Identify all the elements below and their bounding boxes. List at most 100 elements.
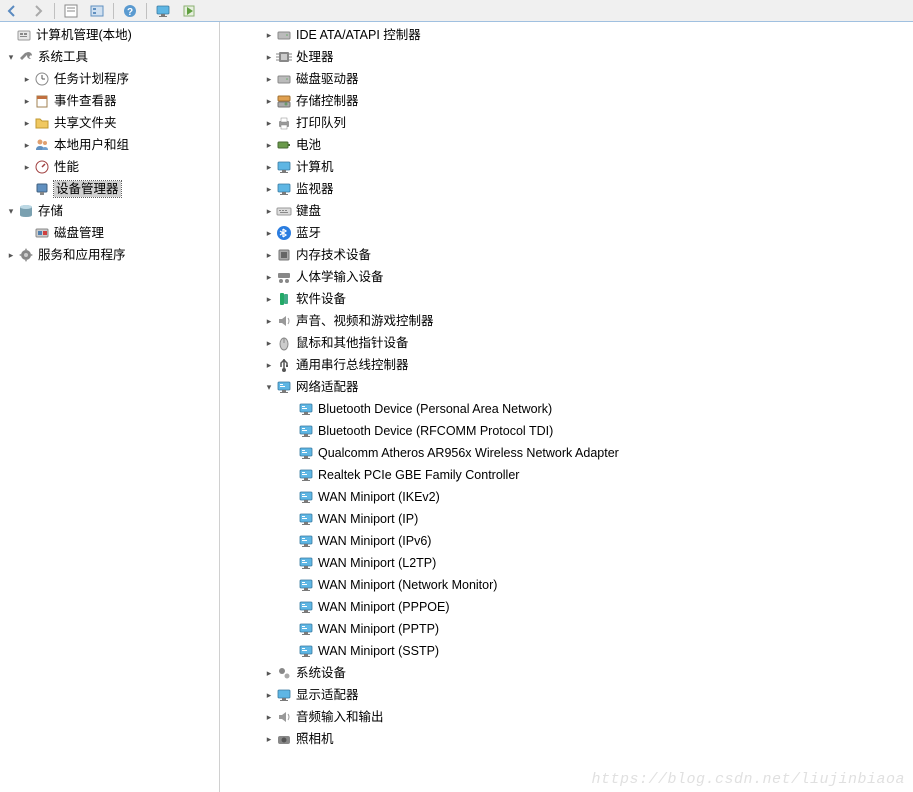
device-item-label: WAN Miniport (SSTP) bbox=[318, 643, 439, 659]
tree-local-users[interactable]: ▸ 本地用户和组 bbox=[0, 134, 219, 156]
device-item-label: WAN Miniport (L2TP) bbox=[318, 555, 436, 571]
collapse-icon[interactable]: ▾ bbox=[4, 204, 18, 218]
device-cat-print_queue[interactable]: ▸ 打印队列 bbox=[220, 112, 913, 134]
usb-icon bbox=[276, 357, 292, 373]
expand-icon[interactable]: ▸ bbox=[262, 666, 276, 680]
device-item[interactable]: Realtek PCIe GBE Family Controller bbox=[220, 464, 913, 486]
device-item[interactable]: Bluetooth Device (RFCOMM Protocol TDI) bbox=[220, 420, 913, 442]
expand-icon[interactable]: ▸ bbox=[262, 732, 276, 746]
device-cat-ide[interactable]: ▸ IDE ATA/ATAPI 控制器 bbox=[220, 24, 913, 46]
device-cat-bluetooth[interactable]: ▸蓝牙 bbox=[220, 222, 913, 244]
expand-icon[interactable]: ▸ bbox=[262, 50, 276, 64]
expand-icon[interactable]: ▸ bbox=[4, 248, 18, 262]
device-cat-label: 系统设备 bbox=[296, 665, 346, 681]
device-item[interactable]: WAN Miniport (IKEv2) bbox=[220, 486, 913, 508]
device-cat-camera[interactable]: ▸ 照相机 bbox=[220, 728, 913, 750]
expand-icon[interactable]: ▸ bbox=[262, 226, 276, 240]
device-cat-battery[interactable]: ▸电池 bbox=[220, 134, 913, 156]
tree-storage[interactable]: ▾ 存储 bbox=[0, 200, 219, 222]
expand-icon[interactable]: ▸ bbox=[20, 160, 34, 174]
device-item[interactable]: WAN Miniport (SSTP) bbox=[220, 640, 913, 662]
expand-icon[interactable]: ▸ bbox=[262, 94, 276, 108]
device-item-label: WAN Miniport (Network Monitor) bbox=[318, 577, 497, 593]
tree-performance[interactable]: ▸ 性能 bbox=[0, 156, 219, 178]
device-item-label: WAN Miniport (IKEv2) bbox=[318, 489, 440, 505]
tb-scan-icon[interactable] bbox=[153, 1, 173, 21]
device-item[interactable]: Bluetooth Device (Personal Area Network) bbox=[220, 398, 913, 420]
tree-sys-tools[interactable]: ▾ 系统工具 bbox=[0, 46, 219, 68]
tree-disk-mgmt[interactable]: 磁盘管理 bbox=[0, 222, 219, 244]
tree-services[interactable]: ▸ 服务和应用程序 bbox=[0, 244, 219, 266]
device-item[interactable]: Qualcomm Atheros AR956x Wireless Network… bbox=[220, 442, 913, 464]
tb-help-icon[interactable]: ? bbox=[120, 1, 140, 21]
network-adapter-icon bbox=[298, 445, 314, 461]
tree-device-manager[interactable]: 设备管理器 bbox=[0, 178, 219, 200]
toolbar: ? bbox=[0, 0, 913, 22]
device-cat-usb[interactable]: ▸通用串行总线控制器 bbox=[220, 354, 913, 376]
tb-fwd-icon[interactable] bbox=[28, 1, 48, 21]
expand-icon[interactable]: ▸ bbox=[20, 94, 34, 108]
device-item-label: WAN Miniport (PPPOE) bbox=[318, 599, 450, 615]
device-cat-label: IDE ATA/ATAPI 控制器 bbox=[296, 27, 421, 43]
tree-task-sched[interactable]: ▸ 任务计划程序 bbox=[0, 68, 219, 90]
tb-enable-icon[interactable] bbox=[179, 1, 199, 21]
device-cat-label: 磁盘驱动器 bbox=[296, 71, 359, 87]
expand-icon[interactable]: ▸ bbox=[262, 270, 276, 284]
network-adapter-icon bbox=[298, 555, 314, 571]
expand-icon[interactable]: ▸ bbox=[262, 292, 276, 306]
device-cat-sound[interactable]: ▸声音、视频和游戏控制器 bbox=[220, 310, 913, 332]
device-item[interactable]: WAN Miniport (PPPOE) bbox=[220, 596, 913, 618]
device-cat-network[interactable]: ▾网络适配器 bbox=[220, 376, 913, 398]
expand-icon[interactable]: ▸ bbox=[262, 314, 276, 328]
expand-icon[interactable]: ▸ bbox=[20, 138, 34, 152]
expand-icon[interactable]: ▸ bbox=[262, 72, 276, 86]
device-cat-disk_drives[interactable]: ▸ 磁盘驱动器 bbox=[220, 68, 913, 90]
expand-icon[interactable]: ▸ bbox=[262, 28, 276, 42]
device-item[interactable]: WAN Miniport (L2TP) bbox=[220, 552, 913, 574]
audio_io-icon bbox=[276, 709, 292, 725]
device-item[interactable]: WAN Miniport (IPv6) bbox=[220, 530, 913, 552]
device-cat-memory_tech[interactable]: ▸内存技术设备 bbox=[220, 244, 913, 266]
device-cat-mouse[interactable]: ▸鼠标和其他指针设备 bbox=[220, 332, 913, 354]
expand-icon[interactable]: ▸ bbox=[262, 688, 276, 702]
device-cat-storage_ctrl[interactable]: ▸存储控制器 bbox=[220, 90, 913, 112]
tree-root[interactable]: 计算机管理(本地) bbox=[0, 24, 219, 46]
storage_ctrl-icon bbox=[276, 93, 292, 109]
expand-icon[interactable]: ▸ bbox=[20, 72, 34, 86]
device-item-label: WAN Miniport (PPTP) bbox=[318, 621, 439, 637]
device-cat-monitor[interactable]: ▸监视器 bbox=[220, 178, 913, 200]
expand-icon[interactable]: ▸ bbox=[262, 336, 276, 350]
tb-view-icon[interactable] bbox=[87, 1, 107, 21]
tb-prop-icon[interactable] bbox=[61, 1, 81, 21]
expand-icon[interactable]: ▸ bbox=[262, 248, 276, 262]
device-item[interactable]: WAN Miniport (PPTP) bbox=[220, 618, 913, 640]
device-item[interactable]: WAN Miniport (Network Monitor) bbox=[220, 574, 913, 596]
tb-back-icon[interactable] bbox=[2, 1, 22, 21]
device-item[interactable]: WAN Miniport (IP) bbox=[220, 508, 913, 530]
device-cat-label: 显示适配器 bbox=[296, 687, 359, 703]
device-cat-keyboard[interactable]: ▸键盘 bbox=[220, 200, 913, 222]
device-item-label: Realtek PCIe GBE Family Controller bbox=[318, 467, 519, 483]
device-cat-system_dev[interactable]: ▸ 系统设备 bbox=[220, 662, 913, 684]
expand-icon[interactable]: ▸ bbox=[262, 710, 276, 724]
expand-icon[interactable]: ▸ bbox=[20, 116, 34, 130]
expand-icon[interactable]: ▸ bbox=[262, 116, 276, 130]
collapse-icon[interactable]: ▾ bbox=[4, 50, 18, 64]
expand-icon[interactable]: ▸ bbox=[262, 138, 276, 152]
expand-icon[interactable]: ▸ bbox=[262, 182, 276, 196]
tree-event-viewer[interactable]: ▸ 事件查看器 bbox=[0, 90, 219, 112]
device-cat-label: 照相机 bbox=[296, 731, 334, 747]
tree-shared-folders[interactable]: ▸ 共享文件夹 bbox=[0, 112, 219, 134]
expand-icon[interactable]: ▸ bbox=[262, 358, 276, 372]
device-cat-computer[interactable]: ▸计算机 bbox=[220, 156, 913, 178]
device-cat-display[interactable]: ▸ 显示适配器 bbox=[220, 684, 913, 706]
device-cat-label: 打印队列 bbox=[296, 115, 346, 131]
device-cat-processor[interactable]: ▸处理器 bbox=[220, 46, 913, 68]
device-cat-hid[interactable]: ▸人体学输入设备 bbox=[220, 266, 913, 288]
expand-icon[interactable]: ▸ bbox=[262, 204, 276, 218]
expand-icon[interactable]: ▸ bbox=[262, 160, 276, 174]
collapse-icon[interactable]: ▾ bbox=[262, 380, 276, 394]
device-cat-audio_io[interactable]: ▸音频输入和输出 bbox=[220, 706, 913, 728]
device-cat-software_dev[interactable]: ▸软件设备 bbox=[220, 288, 913, 310]
left-tree: 计算机管理(本地) ▾ 系统工具 ▸ 任务计划程序 ▸ 事件查看器 ▸ 共享文件… bbox=[0, 22, 220, 792]
